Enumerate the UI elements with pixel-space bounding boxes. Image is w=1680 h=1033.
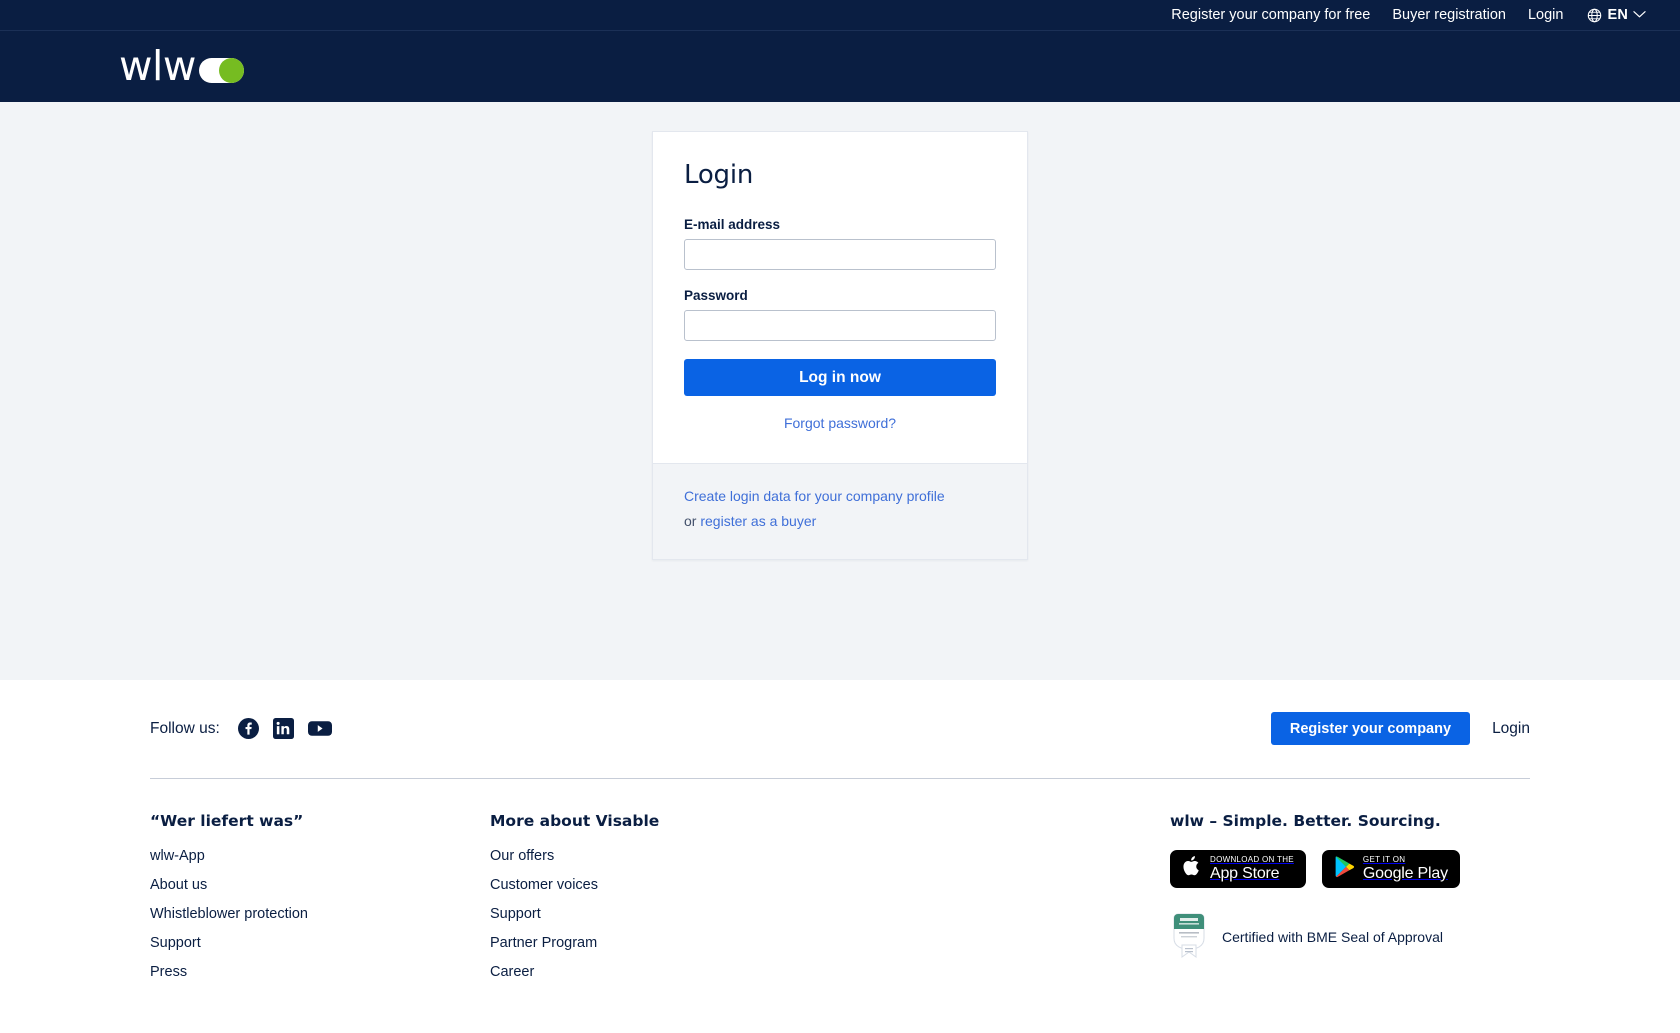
- language-code: EN: [1607, 7, 1628, 23]
- linkedin-icon[interactable]: [272, 718, 294, 740]
- footer-link-wlw-app[interactable]: wlw-App: [150, 848, 490, 864]
- topbar-link-register-company-free[interactable]: Register your company for free: [1171, 7, 1370, 23]
- footer-link-support-visable[interactable]: Support: [490, 906, 1140, 922]
- email-label: E-mail address: [684, 217, 781, 232]
- footer-link-whistleblower-protection[interactable]: Whistleblower protection: [150, 906, 490, 922]
- app-store-badges: Download on the App Store: [1170, 849, 1530, 888]
- site-header: wlw: [0, 31, 1680, 102]
- footer-col2-title: More about Visable: [490, 811, 660, 830]
- password-field-group: Password: [684, 288, 996, 341]
- topbar-link-buyer-registration[interactable]: Buyer registration: [1392, 7, 1506, 23]
- footer-or-text: or: [684, 512, 701, 529]
- footer-top-row: Follow us: Register your company Login: [150, 680, 1530, 778]
- footer-link-support[interactable]: Support: [150, 935, 490, 951]
- footer-col1-title: “Wer liefert was”: [150, 811, 304, 830]
- footer-tagline: wlw – Simple. Better. Sourcing.: [1170, 811, 1441, 830]
- logo-pill-icon: [198, 57, 244, 83]
- create-login-data-link[interactable]: Create login data for your company profi…: [684, 488, 945, 504]
- footer-column-wlw: “Wer liefert was” wlw-App About us Whist…: [150, 812, 490, 993]
- topbar-link-login[interactable]: Login: [1528, 7, 1563, 23]
- chevron-down-icon: [1633, 7, 1646, 23]
- facebook-icon[interactable]: [237, 718, 259, 740]
- bme-seal-text: Certified with BME Seal of Approval: [1222, 929, 1443, 946]
- google-play-badge-small: Get it on: [1362, 854, 1406, 864]
- footer-column-apps: wlw – Simple. Better. Sourcing. Download…: [1140, 812, 1530, 993]
- globe-icon: [1587, 8, 1602, 23]
- email-input[interactable]: [684, 239, 996, 270]
- login-submit-button[interactable]: Log in now: [684, 359, 996, 396]
- app-store-badge-text: Download on the App Store: [1210, 854, 1294, 882]
- forgot-password-link[interactable]: Forgot password?: [784, 415, 896, 431]
- google-play-badge[interactable]: Get it on Google Play: [1321, 849, 1460, 888]
- footer-link-customer-voices[interactable]: Customer voices: [490, 877, 1140, 893]
- footer-cta-group: Register your company Login: [1270, 712, 1530, 746]
- wlw-logo[interactable]: wlw: [119, 46, 244, 87]
- apple-icon: [1182, 854, 1202, 883]
- register-company-button[interactable]: Register your company: [1270, 712, 1471, 746]
- login-card: Login E-mail address Password Log in now…: [652, 131, 1028, 560]
- top-utility-links: Register your company for free Buyer reg…: [1171, 7, 1646, 23]
- footer-column-visable: More about Visable Our offers Customer v…: [490, 812, 1140, 993]
- bme-seal-row: Certified with BME Seal of Approval: [1170, 912, 1530, 963]
- logo-wordmark: wlw: [119, 42, 196, 90]
- footer-link-about-us[interactable]: About us: [150, 877, 490, 893]
- register-buyer-row: or register as a buyer: [684, 510, 996, 535]
- google-play-badge-text: Get it on Google Play: [1362, 854, 1448, 882]
- footer-link-our-offers[interactable]: Our offers: [490, 848, 1140, 864]
- bme-seal-icon: [1170, 912, 1208, 963]
- app-store-badge-big: App Store: [1210, 864, 1280, 882]
- app-store-badge-small: Download on the: [1210, 854, 1294, 864]
- site-footer: Follow us: Register your company Login “…: [0, 679, 1680, 1033]
- youtube-icon[interactable]: [307, 718, 332, 739]
- email-field-group: E-mail address: [684, 217, 996, 270]
- app-store-badge[interactable]: Download on the App Store: [1170, 849, 1306, 888]
- footer-columns: “Wer liefert was” wlw-App About us Whist…: [150, 779, 1530, 1033]
- footer-link-partner-program[interactable]: Partner Program: [490, 935, 1140, 951]
- google-play-badge-big: Google Play: [1362, 864, 1448, 882]
- register-as-buyer-link[interactable]: register as a buyer: [700, 513, 816, 529]
- google-play-icon: [1334, 855, 1355, 883]
- password-input[interactable]: [684, 310, 996, 341]
- footer-link-career[interactable]: Career: [490, 964, 1140, 980]
- page-title: Login: [684, 160, 754, 190]
- footer-inner: Follow us: Register your company Login “…: [150, 680, 1530, 1033]
- follow-us-group: Follow us:: [150, 718, 332, 740]
- footer-link-press[interactable]: Press: [150, 964, 490, 980]
- footer-login-link[interactable]: Login: [1492, 720, 1530, 738]
- login-page-main: Login E-mail address Password Log in now…: [0, 102, 1680, 680]
- language-switcher[interactable]: EN: [1587, 7, 1646, 23]
- top-utility-bar: Register your company for free Buyer reg…: [0, 0, 1680, 31]
- forgot-password-row: Forgot password?: [684, 415, 996, 433]
- follow-us-label: Follow us:: [150, 719, 220, 737]
- login-card-body: Login E-mail address Password Log in now…: [653, 132, 1027, 463]
- password-label: Password: [684, 288, 748, 303]
- login-card-footer: Create login data for your company profi…: [653, 463, 1027, 559]
